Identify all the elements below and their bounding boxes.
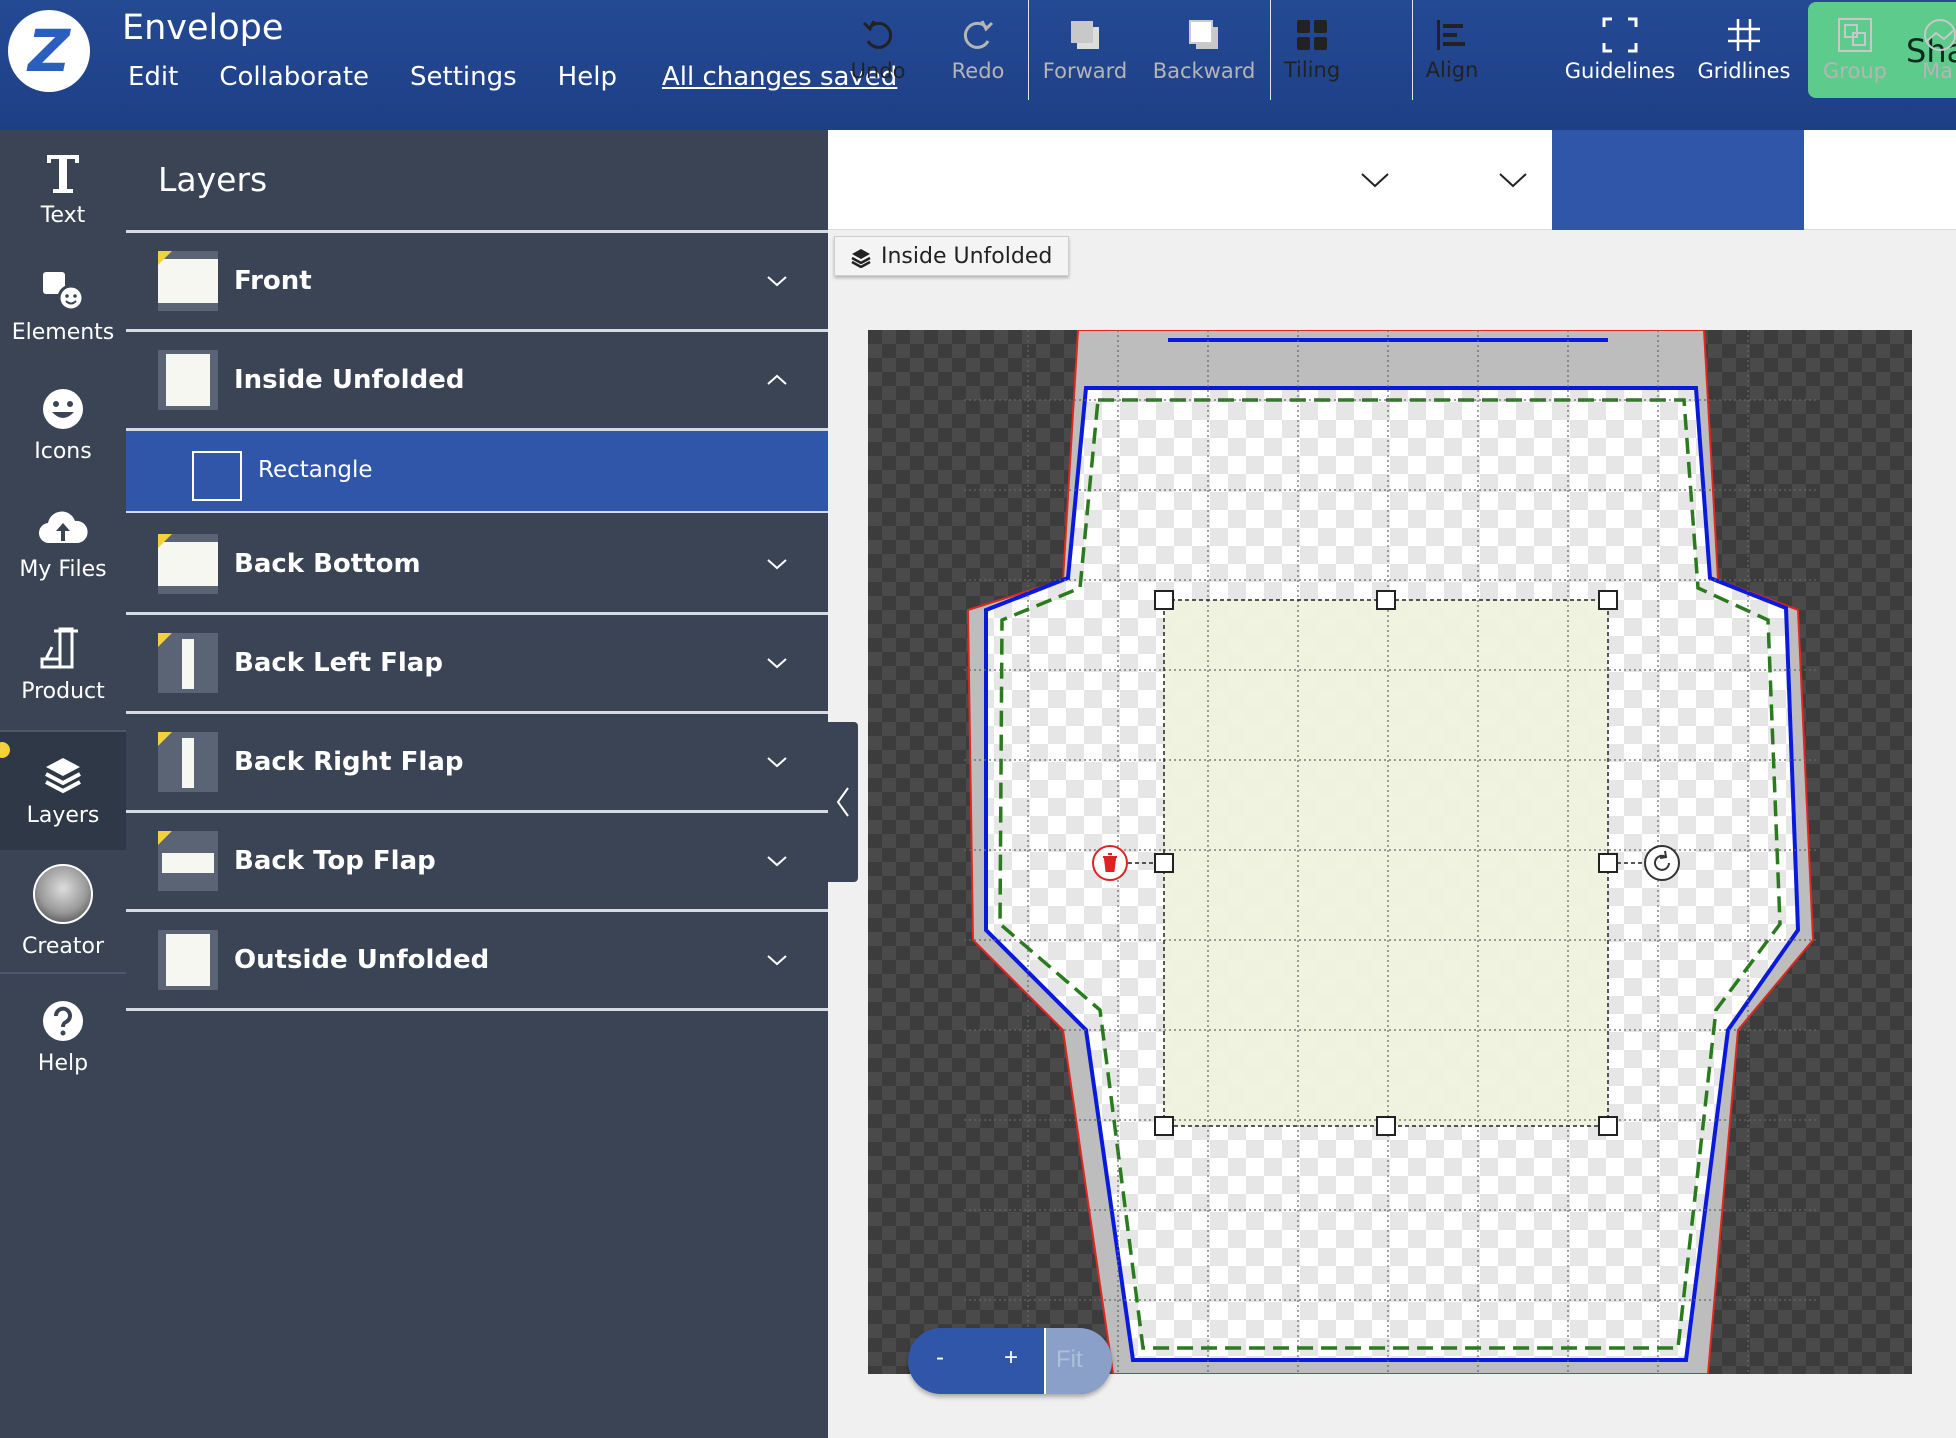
zoom-in-button[interactable]: + (1004, 1344, 1018, 1372)
chevron-down-icon[interactable] (766, 751, 788, 773)
send-backward-icon (1189, 20, 1218, 49)
envelope-template (964, 330, 1816, 1374)
chevron-down-icon[interactable] (766, 553, 788, 575)
rail-divider-2 (0, 972, 126, 974)
align-button[interactable]: Align (1424, 0, 1480, 100)
zazzle-logo[interactable]: Z (8, 10, 90, 92)
layer-back-top-flap[interactable]: Back Top Flap (126, 813, 828, 909)
layers-icon (851, 249, 871, 268)
panel-title: Layers (158, 160, 268, 199)
text-icon (47, 154, 79, 193)
layer-front[interactable]: Front (126, 233, 828, 329)
mask-button[interactable]: Ma (1922, 0, 1956, 100)
toolbar-divider (1270, 0, 1271, 100)
smiley-icon (43, 388, 83, 429)
chevron-down-icon[interactable] (766, 652, 788, 674)
main-menu: Edit Collaborate Settings Help All chang… (128, 62, 897, 92)
rail-product[interactable]: Product (0, 604, 126, 722)
layer-outside-unfolded[interactable]: Outside Unfolded (126, 912, 828, 1008)
tool-rail: Text Elements Icons My Files Product Lay… (0, 130, 126, 1438)
layer-inside-unfolded[interactable]: Inside Unfolded (126, 332, 828, 428)
zoom-fit-button[interactable]: Fit (1044, 1328, 1112, 1394)
chevron-up-icon[interactable] (766, 369, 788, 391)
chevron-down-icon[interactable] (766, 270, 788, 292)
layer-back-right-flap[interactable]: Back Right Flap (126, 714, 828, 810)
divider (126, 1008, 828, 1011)
selected-rectangle[interactable] (1164, 600, 1608, 1126)
send-backward-button[interactable]: Backward (1152, 0, 1256, 100)
redo-button[interactable]: Redo (940, 0, 1016, 100)
layer-back-bottom[interactable]: Back Bottom (126, 516, 828, 612)
cloud-upload-icon (38, 511, 88, 543)
layer-thumbnail (158, 930, 218, 990)
group-button[interactable]: Group (1818, 0, 1892, 100)
align-left-icon (1437, 20, 1465, 50)
design-canvas[interactable] (868, 330, 1912, 1374)
rotate-icon[interactable] (1644, 845, 1680, 881)
layer-thumbnail (158, 831, 218, 891)
gridlines-toggle[interactable]: Gridlines (1694, 0, 1794, 100)
layer-thumbnail (158, 633, 218, 693)
rail-my-files[interactable]: My Files (0, 486, 126, 604)
toolbar-divider (1028, 0, 1029, 100)
elements-icon (43, 271, 85, 311)
layer-thumbnail (158, 251, 218, 311)
toolbar-active-group (1552, 130, 1804, 230)
layers-panel: Layers Front Inside Unfolded Rectangle B… (126, 130, 828, 1438)
layer-back-left-flap[interactable]: Back Left Flap (126, 615, 828, 711)
undo-button[interactable]: Undo (840, 0, 916, 100)
group-icon (1838, 18, 1872, 52)
collapse-panel-button[interactable] (828, 722, 858, 882)
chevron-left-icon (836, 787, 849, 817)
rail-creator[interactable]: Creator (0, 852, 126, 970)
tiling-icon (1297, 20, 1327, 50)
zoom-control: - + Fit (908, 1328, 1112, 1394)
rail-help[interactable]: Help (0, 978, 126, 1096)
zoom-out-button[interactable]: - (936, 1344, 944, 1372)
menu-help[interactable]: Help (558, 62, 617, 92)
product-icon (40, 627, 78, 668)
rectangle-icon (192, 451, 242, 501)
creator-avatar (33, 863, 93, 924)
bring-forward-icon (1071, 21, 1099, 49)
bring-forward-button[interactable]: Forward (1040, 0, 1130, 100)
tiling-button[interactable]: Tiling (1282, 0, 1342, 100)
notification-dot (0, 742, 10, 758)
chevron-down-icon[interactable] (766, 850, 788, 872)
layers-icon (45, 757, 81, 793)
menu-edit[interactable]: Edit (128, 62, 178, 92)
chevron-down-icon[interactable] (766, 949, 788, 971)
rail-layers[interactable]: Layers (0, 732, 126, 850)
undo-icon (862, 20, 893, 49)
rail-icons[interactable]: Icons (0, 366, 126, 484)
tiling-dropdown-chevron-icon[interactable] (1360, 170, 1390, 190)
layer-thumbnail (158, 534, 218, 594)
menu-settings[interactable]: Settings (410, 62, 517, 92)
active-layer-chip[interactable]: Inside Unfolded (834, 236, 1070, 276)
layer-thumbnail (158, 350, 218, 410)
align-dropdown-chevron-icon[interactable] (1498, 170, 1528, 190)
rail-text[interactable]: Text (0, 130, 126, 248)
help-icon (43, 1000, 83, 1041)
grid-icon (1728, 19, 1760, 51)
layer-thumbnail (158, 732, 218, 792)
mask-icon (1924, 19, 1956, 51)
guidelines-icon (1602, 17, 1638, 53)
redo-icon (963, 20, 994, 49)
layer-rectangle[interactable]: Rectangle (126, 431, 828, 513)
document-title[interactable]: Envelope (122, 8, 283, 48)
rail-elements[interactable]: Elements (0, 248, 126, 366)
delete-icon[interactable] (1092, 845, 1128, 881)
guidelines-toggle[interactable]: Guidelines (1562, 0, 1678, 100)
menu-collaborate[interactable]: Collaborate (219, 62, 369, 92)
toolbar-divider (1412, 0, 1413, 100)
